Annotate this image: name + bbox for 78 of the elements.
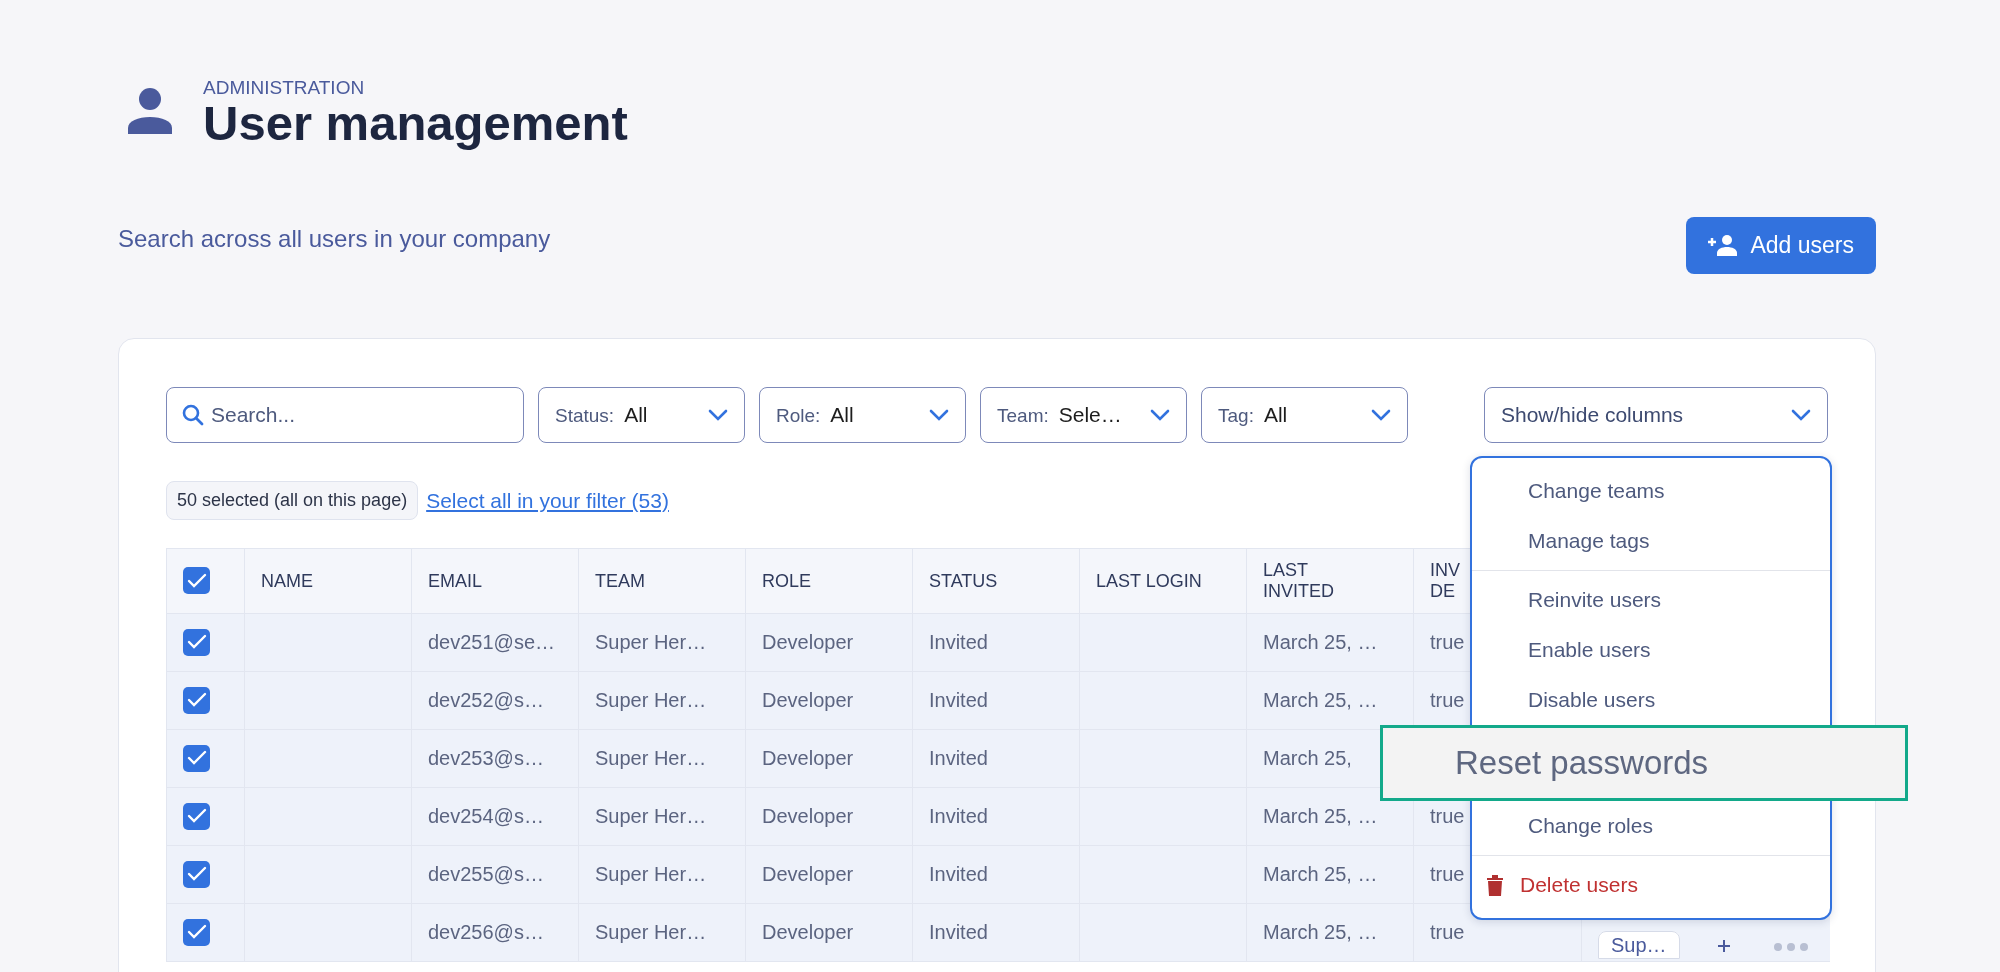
table-cell: Super Her… bbox=[595, 747, 707, 770]
table-cell: Super Her… bbox=[595, 631, 707, 654]
table-cell: dev255@s… bbox=[428, 863, 544, 886]
checkbox[interactable] bbox=[183, 802, 210, 830]
table-cell: true bbox=[1430, 631, 1465, 654]
search-field[interactable]: Search... bbox=[166, 386, 524, 443]
table-cell: Super Her… bbox=[595, 689, 707, 712]
table-cell: Developer bbox=[762, 631, 854, 654]
column-header[interactable]: NAME bbox=[261, 570, 313, 591]
chevron-icon bbox=[1371, 407, 1391, 422]
menu-item[interactable]: Manage tags bbox=[1472, 515, 1830, 566]
menu-item[interactable]: Reset passwords bbox=[1380, 724, 1908, 801]
chevron-icon bbox=[929, 407, 949, 422]
filter-dropdown[interactable]: Team: Sele… bbox=[980, 386, 1187, 443]
menu-item[interactable]: Change roles bbox=[1472, 800, 1830, 851]
chevron-icon bbox=[708, 407, 728, 422]
table-cell: Super Her… bbox=[595, 805, 707, 828]
table-cell: Developer bbox=[762, 747, 854, 770]
column-header[interactable]: TEAM bbox=[595, 570, 645, 591]
checkbox[interactable] bbox=[183, 628, 210, 656]
table-cell: Super Her… bbox=[595, 921, 707, 944]
table-cell: Invited bbox=[929, 863, 988, 886]
menu-item[interactable]: Disable users bbox=[1472, 674, 1830, 725]
table-cell: Developer bbox=[762, 689, 854, 712]
table-cell: March 25, bbox=[1263, 747, 1352, 770]
section-label: ADMINISTRATION bbox=[203, 78, 366, 97]
page-subtitle: Search across all users in your company bbox=[118, 223, 551, 254]
table-cell: Invited bbox=[929, 805, 988, 828]
column-header[interactable]: EMAIL bbox=[428, 570, 483, 591]
menu-item[interactable]: Enable users bbox=[1472, 624, 1830, 675]
table-cell: Developer bbox=[762, 805, 854, 828]
table-cell: Invited bbox=[929, 921, 988, 944]
menu-item[interactable]: Change teams bbox=[1472, 465, 1830, 516]
menu-item[interactable]: Delete users bbox=[1472, 859, 1830, 910]
table-cell: true bbox=[1430, 805, 1465, 828]
table-cell: dev256@s… bbox=[428, 921, 544, 944]
table-cell: true bbox=[1430, 863, 1465, 886]
checkbox[interactable] bbox=[183, 686, 210, 714]
table-cell: March 25, … bbox=[1263, 805, 1378, 828]
filter-dropdown[interactable]: Tag: All bbox=[1201, 386, 1408, 443]
menu-item[interactable]: Reinvite users bbox=[1472, 574, 1830, 625]
table-cell: true bbox=[1430, 689, 1465, 712]
add-users-button[interactable]: Add users bbox=[1686, 216, 1876, 274]
trash-icon bbox=[1486, 873, 1504, 896]
columns-dropdown[interactable]: Show/hide columns bbox=[1484, 386, 1828, 443]
table-cell: true bbox=[1430, 921, 1465, 944]
column-header[interactable]: ROLE bbox=[762, 570, 812, 591]
checkbox[interactable] bbox=[183, 744, 210, 772]
add-user-icon bbox=[1708, 234, 1739, 257]
filter-dropdown[interactable]: Status: All bbox=[538, 386, 745, 443]
chevron-icon bbox=[1791, 407, 1811, 422]
table-cell: March 25, … bbox=[1263, 921, 1378, 944]
checkbox[interactable] bbox=[183, 567, 210, 595]
table-cell: dev252@s… bbox=[428, 689, 544, 712]
column-header[interactable]: STATUS bbox=[929, 570, 998, 591]
checkbox[interactable] bbox=[183, 860, 210, 888]
table-cell: Developer bbox=[762, 863, 854, 886]
table-cell: dev253@s… bbox=[428, 747, 544, 770]
table-cell: March 25, … bbox=[1263, 631, 1378, 654]
page-title: User management bbox=[203, 97, 628, 151]
table-cell: dev251@se… bbox=[428, 631, 556, 654]
chevron-icon bbox=[1150, 407, 1170, 422]
select-all-link[interactable]: Select all in your filter (53) bbox=[426, 484, 669, 517]
selection-count: 50 selected (all on this page) bbox=[166, 480, 419, 520]
table-cell: March 25, … bbox=[1263, 863, 1378, 886]
table-cell: Invited bbox=[929, 631, 988, 654]
user-icon bbox=[125, 86, 175, 136]
search-icon bbox=[182, 403, 204, 426]
table-cell: Invited bbox=[929, 689, 988, 712]
team-tag: Sup… bbox=[1598, 930, 1680, 959]
column-header[interactable]: INV DE bbox=[1430, 560, 1466, 602]
table-cell: Invited bbox=[929, 747, 988, 770]
table-cell: Developer bbox=[762, 921, 854, 944]
table-cell: March 25, … bbox=[1263, 689, 1378, 712]
table-cell: Super Her… bbox=[595, 863, 707, 886]
table-cell: dev254@s… bbox=[428, 805, 544, 828]
filter-dropdown[interactable]: Role: All bbox=[759, 386, 966, 443]
checkbox[interactable] bbox=[183, 918, 210, 946]
